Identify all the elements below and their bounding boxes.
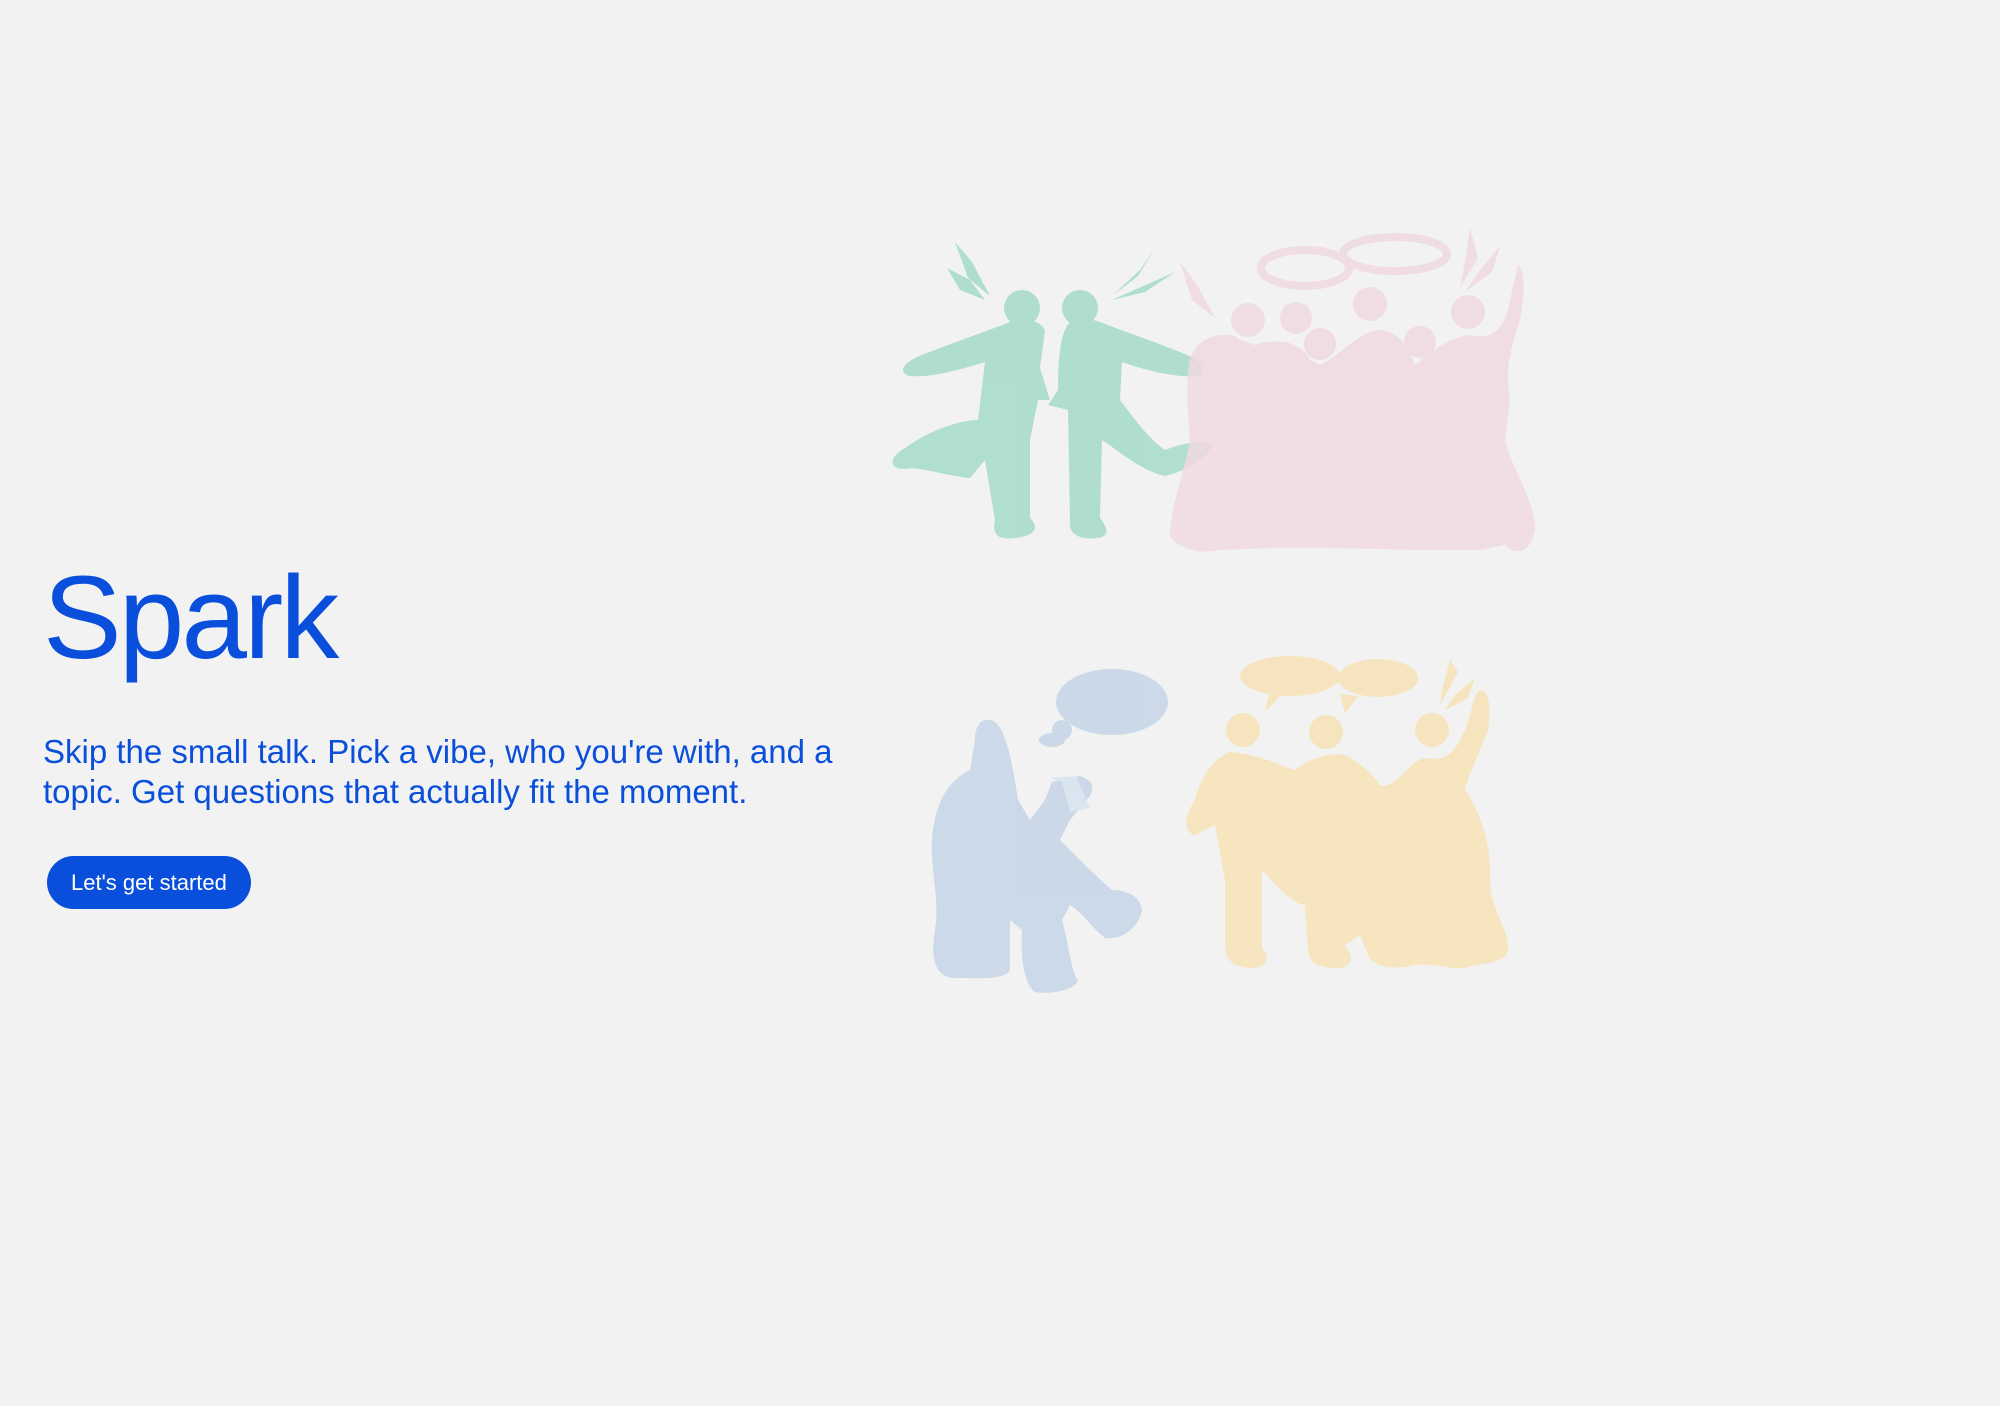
reading-person-illustration [931, 669, 1168, 993]
tagline: Skip the small talk. Pick a vibe, who yo… [43, 733, 833, 810]
hero-section: Spark Skip the small talk. Pick a vibe, … [43, 548, 883, 909]
get-started-button[interactable]: Let's get started [47, 856, 251, 909]
crowd-illustration [1170, 228, 1535, 552]
app-title: Spark [43, 552, 339, 684]
chatting-group-illustration [1186, 656, 1509, 969]
dancing-pair-illustration [892, 242, 1212, 539]
